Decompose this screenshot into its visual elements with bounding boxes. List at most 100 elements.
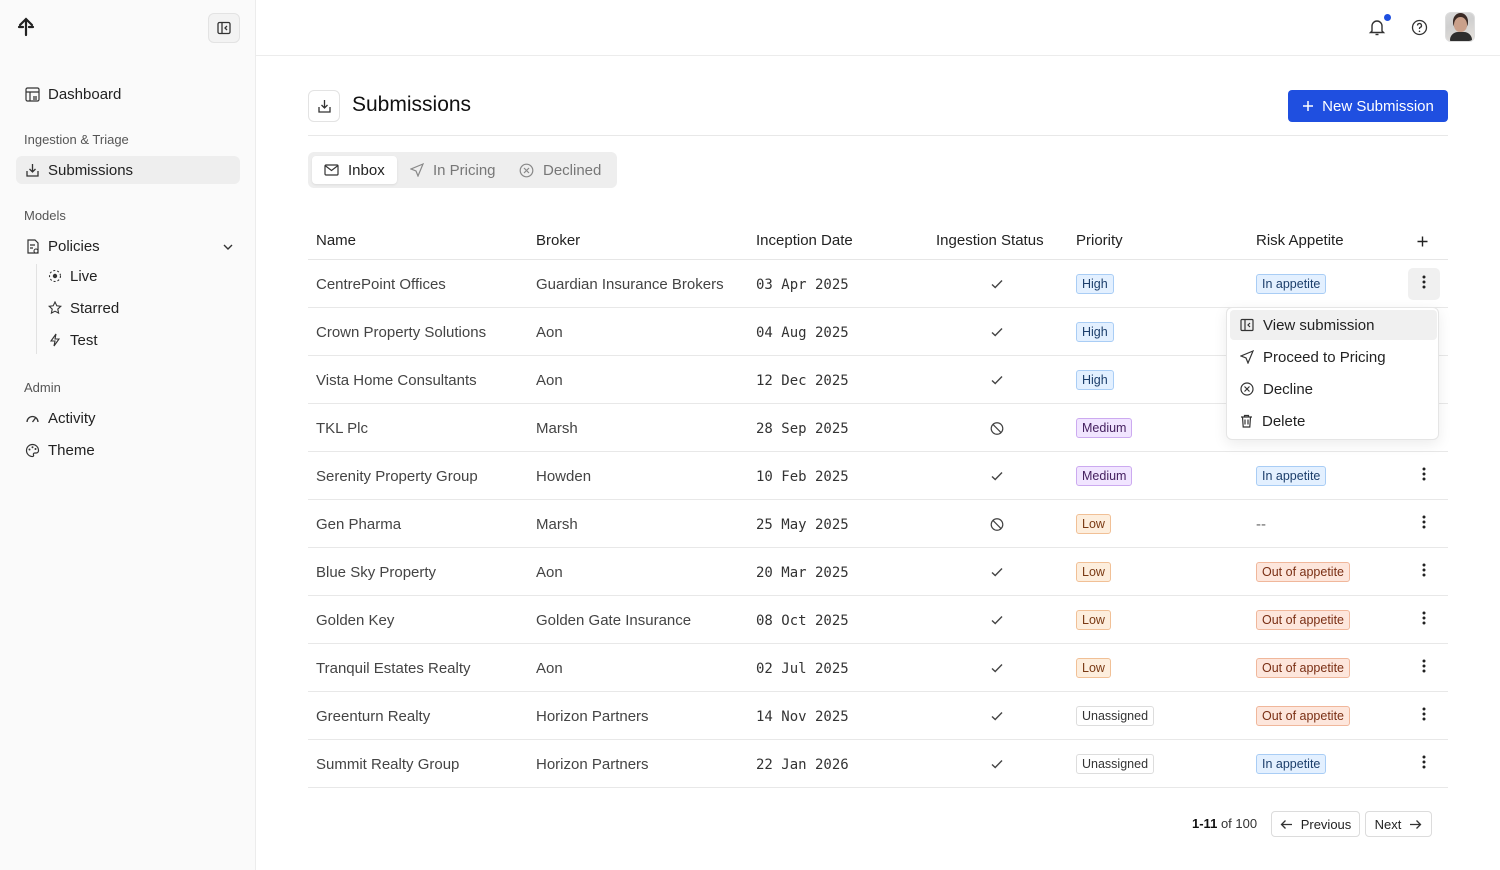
row-actions-button[interactable] [1408,268,1440,300]
tab-in-pricing[interactable]: In Pricing [398,156,504,184]
send-icon [1240,350,1254,364]
appetite-badge: In appetite [1256,274,1327,294]
kebab-icon [1422,611,1426,630]
policy-document-icon [24,238,40,254]
cell-name: Blue Sky Property [316,564,437,581]
table-row[interactable]: Blue Sky Property Aon 20 Mar 2025 Low Out of… [308,548,1448,596]
next-page-button[interactable]: Next [1365,811,1432,837]
subitem-label: Test [70,331,98,349]
appetite-badge: In appetite [1256,466,1327,486]
pagination-total: of 100 [1220,816,1258,831]
row-actions-button[interactable] [1408,508,1440,540]
column-header-inception-date[interactable]: Inception Date [756,232,853,249]
notification-dot [1384,14,1391,21]
menu-item-label: Proceed to Pricing [1263,348,1386,366]
add-column-icon[interactable] [1417,232,1428,252]
x-circle-icon [519,163,534,178]
cell-broker: Horizon Partners [536,756,649,773]
check-icon [990,661,1004,675]
bell-icon[interactable] [1368,18,1386,41]
row-actions-button[interactable] [1408,652,1440,684]
table-row[interactable]: Tranquil Estates Realty Aon 02 Jul 2025 Low… [308,644,1448,692]
previous-page-button[interactable]: Previous [1271,811,1360,837]
cell-inception-date: 10 Feb 2025 [756,469,849,485]
trash-icon [1240,414,1253,428]
priority-badge: Medium [1076,418,1133,438]
pagination-range: 1-11 [1192,816,1218,831]
sidebar-item-activity[interactable]: Activity [16,404,240,432]
kebab-icon [1422,467,1426,486]
row-actions-button[interactable] [1408,700,1440,732]
table-row[interactable]: Summit Realty Group Horizon Partners 22 Ja… [308,740,1448,788]
priority-badge: Unassigned [1076,706,1155,726]
live-dot-icon [48,269,62,283]
cell-broker: Marsh [536,516,578,533]
check-icon [990,613,1004,627]
sidebar-item-theme[interactable]: Theme [16,436,240,464]
app-logo[interactable] [16,17,36,37]
sidebar-toggle-icon [217,21,231,35]
priority-badge: Medium [1076,466,1133,486]
tab-inbox[interactable]: Inbox [312,156,397,184]
priority-badge: Low [1076,562,1111,582]
sidebar-subitem-starred[interactable]: Starred [48,295,119,321]
cell-name: CentrePoint Offices [316,276,446,293]
table-row[interactable]: CentrePoint Offices Guardian Insurance Br… [308,260,1448,308]
open-panel-icon [1240,318,1254,332]
cell-broker: Howden [536,468,592,485]
cell-inception-date: 03 Apr 2025 [756,277,849,293]
appetite-badge: In appetite [1256,754,1327,774]
table-row[interactable]: Greenturn Realty Horizon Partners 14 Nov 2… [308,692,1448,740]
kebab-icon [1422,707,1426,726]
appetite-badge: Out of appetite [1256,658,1351,678]
column-header-name[interactable]: Name [316,232,356,249]
sidebar-subitem-live[interactable]: Live [48,263,98,289]
menu-item-decline[interactable]: Decline [1230,374,1437,404]
menu-item-label: View submission [1263,316,1375,334]
check-icon [990,277,1004,291]
kebab-icon [1422,515,1426,534]
section-label-ingestion: Ingestion & Triage [24,132,129,147]
cell-inception-date: 28 Sep 2025 [756,421,849,437]
cell-broker: Aon [536,372,563,389]
sidebar-item-policies[interactable]: Policies [16,232,240,260]
tab-declined[interactable]: Declined [507,156,611,184]
table-row[interactable]: Gen Pharma Marsh 25 May 2025 Low -- [308,500,1448,548]
collapse-sidebar-button[interactable] [208,13,240,43]
sidebar-subitem-test[interactable]: Test [48,327,98,353]
cell-inception-date: 04 Aug 2025 [756,325,849,341]
check-icon [990,565,1004,579]
cell-inception-date: 22 Jan 2026 [756,757,849,773]
new-submission-button[interactable]: New Submission [1288,90,1448,122]
row-actions-button[interactable] [1408,748,1440,780]
menu-item-delete[interactable]: Delete [1230,406,1437,436]
row-actions-button[interactable] [1408,460,1440,492]
column-header-ingestion-status[interactable]: Ingestion Status [936,232,1044,249]
subnav-guide-line [36,264,37,354]
appetite-badge: Out of appetite [1256,610,1351,630]
avatar[interactable] [1445,12,1475,42]
table-row[interactable]: Golden Key Golden Gate Insurance 08 Oct 20… [308,596,1448,644]
section-label-models: Models [24,208,66,223]
menu-item-view-submission[interactable]: View submission [1230,310,1437,340]
sidebar-item-label: Theme [48,441,95,459]
row-actions-button[interactable] [1408,604,1440,636]
send-icon [410,163,424,177]
menu-item-label: Decline [1263,380,1314,398]
help-icon[interactable] [1411,19,1428,41]
sidebar-item-dashboard[interactable]: Dashboard [16,80,240,108]
bolt-icon [48,333,62,347]
column-header-risk-appetite[interactable]: Risk Appetite [1256,232,1344,249]
kebab-icon [1422,563,1426,582]
check-icon [990,709,1004,723]
cell-broker: Aon [536,660,563,677]
check-icon [990,757,1004,771]
chevron-down-icon[interactable] [221,240,235,259]
row-actions-button[interactable] [1408,556,1440,588]
priority-badge: Low [1076,610,1111,630]
column-header-priority[interactable]: Priority [1076,232,1123,249]
sidebar-item-submissions[interactable]: Submissions [16,156,240,184]
table-row[interactable]: Serenity Property Group Howden 10 Feb 2025… [308,452,1448,500]
menu-item-proceed-to-pricing[interactable]: Proceed to Pricing [1230,342,1437,372]
column-header-broker[interactable]: Broker [536,232,580,249]
